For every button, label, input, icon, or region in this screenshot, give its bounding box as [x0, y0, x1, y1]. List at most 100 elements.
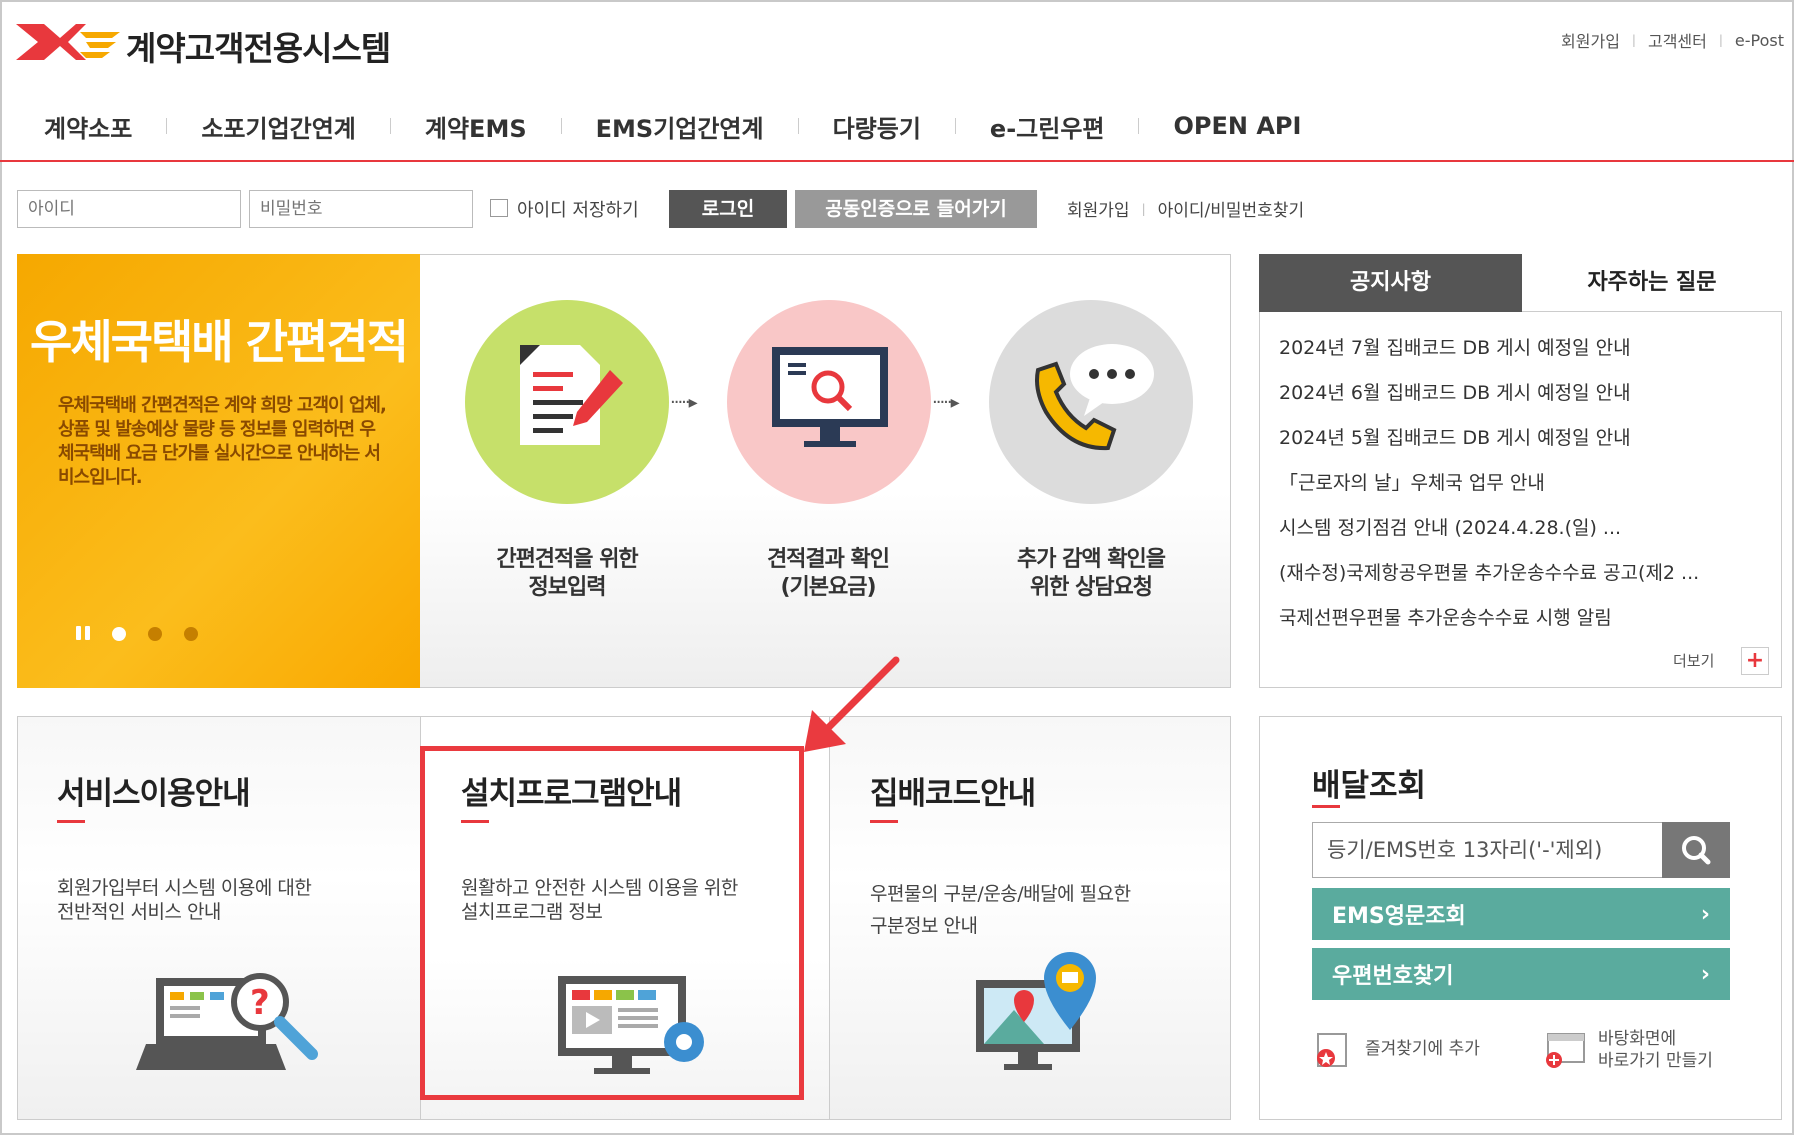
- tracking-number-input[interactable]: 등기/EMS번호 13자리('-'제외): [1312, 822, 1663, 878]
- document-pencil-icon: [520, 345, 623, 445]
- map-pin-icon: [976, 952, 1096, 1070]
- title-underline: [870, 820, 898, 823]
- notice-item[interactable]: 시스템 정기점검 안내 (2024.4.28.(일) ...: [1279, 510, 1739, 555]
- plus-icon[interactable]: +: [1741, 647, 1769, 675]
- phone-chat-icon: [1035, 344, 1154, 451]
- bookmark-icon[interactable]: [1312, 1030, 1352, 1070]
- divider: [560, 118, 562, 134]
- step-text: 정보입력: [528, 575, 607, 600]
- card-description: 우편물의 구분/운송/배달에 필요한구분정보 안내: [870, 878, 1131, 942]
- arrow-icon: ·····▸: [932, 392, 960, 413]
- svg-text:?: ?: [250, 983, 270, 1023]
- notice-item[interactable]: 2024년 7월 집배코드 DB 게시 예정일 안내: [1279, 330, 1739, 375]
- slide-dot[interactable]: [112, 627, 126, 641]
- card-description: 회원가입부터 시스템 이용에 대한 전반적인 서비스 안내: [57, 876, 312, 924]
- pause-icon[interactable]: [76, 626, 90, 642]
- nav-item[interactable]: EMS기업간연계: [596, 109, 833, 144]
- login-links: 회원가입 | 아이디/비밀번호찾기: [1067, 196, 1304, 221]
- nav-label: OPEN API: [1173, 112, 1302, 140]
- desc-line: 전반적인 서비스 안내: [57, 901, 221, 923]
- ems-english-tracking-button[interactable]: EMS영문조회 ›: [1312, 888, 1730, 940]
- nav-label: 다량등기: [832, 114, 921, 143]
- login-button[interactable]: 로그인: [669, 190, 787, 228]
- search-icon: [1682, 836, 1711, 865]
- notice-item[interactable]: 「근로자의 날」우체국 업무 안내: [1279, 465, 1739, 510]
- password-input[interactable]: [249, 190, 473, 228]
- nav-item[interactable]: 계약EMS: [425, 109, 596, 144]
- step-text: (기본요금): [780, 575, 876, 600]
- nav-item[interactable]: 소포기업간연계: [201, 109, 425, 144]
- step-text: 추가 감액 확인을: [1017, 547, 1166, 572]
- step-text: 견적결과 확인: [766, 547, 890, 572]
- find-id-password-link[interactable]: 아이디/비밀번호찾기: [1158, 196, 1305, 221]
- step-label: 간편견적을 위한 정보입력: [452, 546, 682, 602]
- nav-label: EMS기업간연계: [595, 114, 764, 143]
- top-link-customer-center[interactable]: 고객센터: [1648, 28, 1707, 52]
- search-button[interactable]: [1662, 822, 1730, 878]
- monitor-search-icon: [772, 347, 888, 447]
- add-bookmark-link[interactable]: 즐겨찾기에 추가: [1365, 1038, 1480, 1060]
- divider: [1138, 118, 1140, 134]
- slide-dot[interactable]: [148, 627, 162, 641]
- step-text: 위한 상담요청: [1029, 575, 1153, 600]
- divider: |: [1718, 33, 1723, 47]
- postcode-search-button[interactable]: 우편번호찾기 ›: [1312, 948, 1730, 1000]
- nav-label: 계약EMS: [424, 114, 527, 143]
- title-underline: [57, 820, 85, 823]
- button-label: 우편번호찾기: [1332, 964, 1454, 989]
- step-label: 추가 감액 확인을 위한 상담요청: [976, 546, 1206, 602]
- id-input[interactable]: [17, 190, 241, 228]
- card-title: 집배코드안내: [870, 776, 1036, 812]
- desktop-shortcut-link[interactable]: 바탕화면에 바로가기 만들기: [1598, 1028, 1713, 1072]
- notice-item[interactable]: 2024년 6월 집배코드 DB 게시 예정일 안내: [1279, 375, 1739, 420]
- arrow-icon: ·····▸: [670, 392, 698, 413]
- more-link[interactable]: 더보기: [1673, 650, 1714, 671]
- divider: [389, 118, 391, 134]
- banner-controls: [76, 626, 198, 642]
- title-underline: [1312, 805, 1340, 808]
- join-link[interactable]: 회원가입: [1067, 196, 1130, 221]
- notice-item[interactable]: (재수정)국제항공우편물 추가운송수수료 공고(제2 ...: [1279, 555, 1739, 600]
- tab-notice[interactable]: 공지사항: [1259, 254, 1522, 312]
- card-title: 서비스이용안내: [57, 776, 251, 812]
- notice-list: 2024년 7월 집배코드 DB 게시 예정일 안내 2024년 6월 집배코드…: [1279, 330, 1739, 645]
- nav-label: e-그린우편: [989, 114, 1105, 143]
- button-label: EMS영문조회: [1332, 904, 1466, 929]
- notice-item[interactable]: 국제선편우편물 추가운송수수료 시행 알림: [1279, 600, 1739, 645]
- save-id-label: 아이디 저장하기: [517, 200, 639, 221]
- desc-line: 회원가입부터 시스템 이용에 대한: [57, 877, 312, 899]
- cert-login-button[interactable]: 공동인증으로 들어가기: [795, 190, 1037, 228]
- divider: |: [1631, 33, 1636, 47]
- app-title: 계약고객전용시스템: [126, 29, 391, 68]
- nav-item[interactable]: e-그린우편: [990, 109, 1174, 144]
- step-text: 간편견적을 위한: [496, 547, 638, 572]
- desc-line: 우편물의 구분/운송/배달에 필요한: [870, 883, 1131, 905]
- slide-dot[interactable]: [184, 627, 198, 641]
- tab-faq[interactable]: 자주하는 질문: [1522, 254, 1782, 312]
- top-link-join[interactable]: 회원가입: [1561, 28, 1620, 52]
- main-nav: 계약소포 소포기업간연계 계약EMS EMS기업간연계 다량등기 e-그린우편 …: [0, 92, 1794, 162]
- nav-item[interactable]: 계약소포: [44, 109, 201, 144]
- divider: [954, 118, 956, 134]
- save-id-checkbox[interactable]: [490, 199, 508, 217]
- top-link-epost[interactable]: e-Post: [1735, 31, 1784, 50]
- notice-item[interactable]: 2024년 5월 집배코드 DB 게시 예정일 안내: [1279, 420, 1739, 465]
- nav-label: 계약소포: [44, 114, 133, 143]
- step-label: 견적결과 확인 (기본요금): [713, 546, 943, 602]
- nav-item[interactable]: OPEN API: [1173, 112, 1335, 140]
- chevron-right-icon: ›: [1700, 961, 1710, 987]
- delivery-title: 배달조회: [1312, 768, 1427, 804]
- top-links: 회원가입 | 고객센터 | e-Post: [1561, 28, 1784, 52]
- logo-icon[interactable]: [16, 18, 120, 66]
- desktop-shortcut-icon[interactable]: [1544, 1030, 1588, 1070]
- chevron-right-icon: ›: [1700, 901, 1710, 927]
- desc-line: 구분정보 안내: [870, 915, 978, 937]
- divider: [797, 118, 799, 134]
- banner-title: 우체국택배 간편견적: [30, 315, 409, 369]
- laptop-help-icon: ?: [136, 973, 318, 1070]
- annotation-arrow-icon: [804, 656, 900, 752]
- link-text: 바로가기 만들기: [1598, 1051, 1713, 1071]
- banner-description: 우체국택배 간편견적은 계약 희망 고객이 업체, 상품 및 발송예상 물량 등…: [58, 395, 387, 488]
- nav-item[interactable]: 다량등기: [833, 109, 990, 144]
- divider: |: [1141, 201, 1146, 216]
